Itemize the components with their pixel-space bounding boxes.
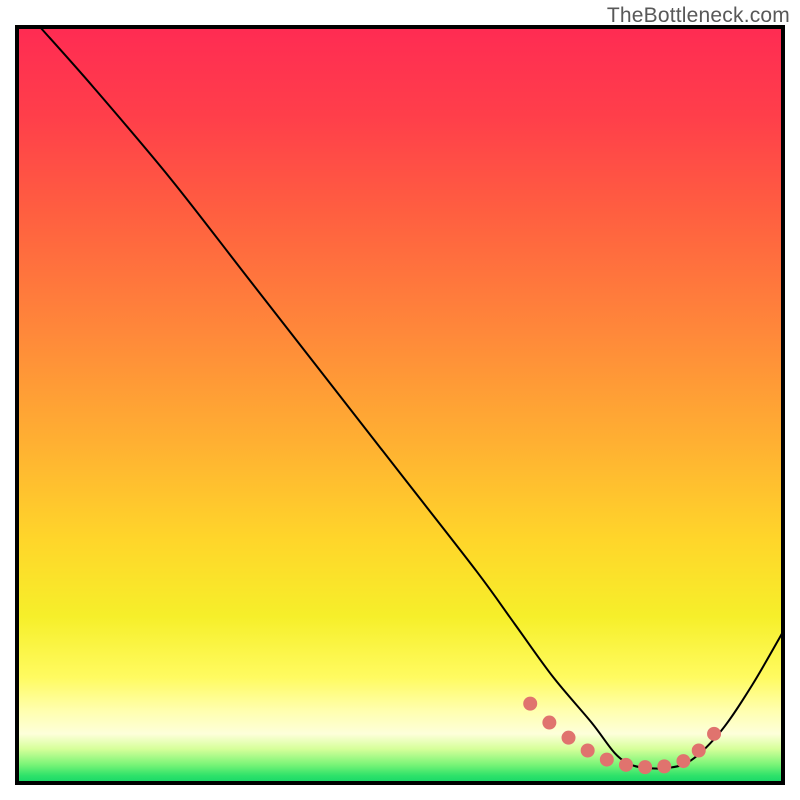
highlight-dot [708, 727, 721, 740]
highlight-dot [543, 716, 556, 729]
bottleneck-chart [0, 0, 800, 800]
highlight-dot [619, 758, 632, 771]
highlight-dot [581, 744, 594, 757]
highlight-dot [562, 731, 575, 744]
watermark-text: TheBottleneck.com [607, 4, 790, 28]
highlight-dot [692, 744, 705, 757]
highlight-dot [639, 761, 652, 774]
highlight-dot [600, 753, 613, 766]
highlight-dot [677, 755, 690, 768]
gradient-background [17, 27, 783, 783]
chart-container: TheBottleneck.com [0, 0, 800, 800]
highlight-dot [524, 697, 537, 710]
highlight-dot [658, 760, 671, 773]
